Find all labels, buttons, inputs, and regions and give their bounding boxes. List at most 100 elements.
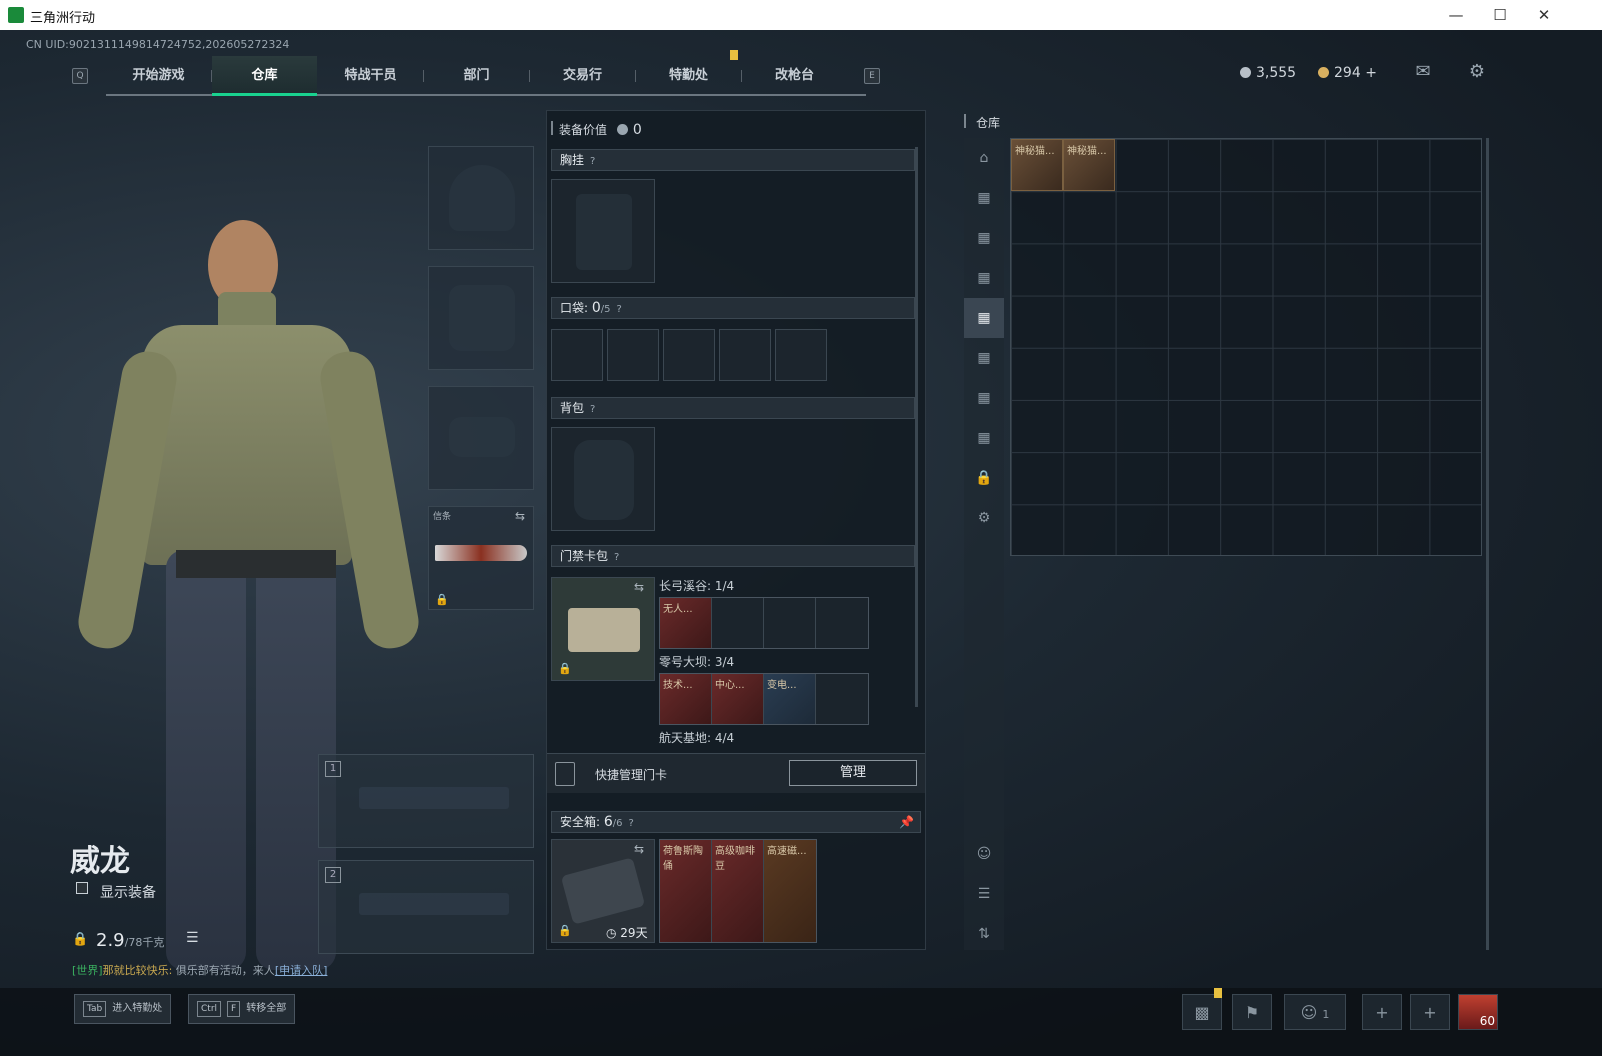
safebox-items: 荷鲁斯陶俑 高级咖啡豆 高速磁... — [659, 839, 817, 943]
chest-rig-slot[interactable] — [551, 179, 655, 283]
map-label-longbow: 长弓溪谷: 1/4 — [659, 579, 735, 593]
list-icon[interactable]: ☰ — [186, 930, 199, 946]
add-slot-button[interactable]: + — [1410, 994, 1450, 1030]
manage-button[interactable]: 管理 — [789, 760, 917, 786]
drive-item[interactable]: 高速磁... — [764, 840, 816, 942]
backpack-slot[interactable] — [551, 427, 655, 531]
add-slot-button[interactable]: + — [1362, 994, 1402, 1030]
tab-trading[interactable]: 交易行 — [530, 56, 635, 96]
window-title: 三角洲行动 — [30, 11, 96, 26]
friends-button[interactable]: ☺ 1 — [1284, 994, 1346, 1030]
tab-special-ops[interactable]: 特勤处 — [636, 56, 741, 96]
tab-start-game[interactable]: 开始游戏 — [106, 56, 211, 96]
safebox-slot[interactable]: ⇆ 🔒 ◷ 29天 — [551, 839, 655, 943]
player-level: 60 — [1479, 1014, 1495, 1028]
belt — [176, 550, 336, 578]
safebox-timer: ◷ 29天 — [606, 926, 648, 940]
keycard-empty[interactable] — [816, 674, 868, 724]
character-torso — [142, 325, 352, 565]
bottom-bar: Tab 进入特勤处 Ctrl F 转移全部 ▩ ⚑ ☺ 1 + + 60 — [0, 988, 1602, 1056]
keycard-empty[interactable] — [712, 598, 764, 648]
swap-icon[interactable]: ⇆ — [515, 509, 525, 523]
storage-tab-7[interactable]: ▦ — [964, 378, 1004, 418]
figurine-item[interactable]: 荷鲁斯陶俑 — [660, 840, 712, 942]
storage-tab-5[interactable]: ▦ — [964, 298, 1004, 338]
helmet-slot[interactable] — [428, 146, 534, 250]
keycard-bag-slot[interactable]: ⇆ 🔒 — [551, 577, 655, 681]
keycard-item[interactable]: 变电... — [764, 674, 816, 724]
lock-icon[interactable]: 🔒 — [964, 458, 1004, 498]
keycard-item[interactable]: 技术... — [660, 674, 712, 724]
swap-icon[interactable]: ⇆ — [634, 842, 644, 856]
keycard-item[interactable]: 无人... — [660, 598, 712, 648]
swap-icon[interactable]: ⇆ — [634, 580, 644, 594]
nav-next-key: E — [864, 68, 880, 84]
mail-icon[interactable]: ✉ — [1412, 63, 1434, 81]
equipment-value: 装备价值 0 — [559, 122, 642, 138]
storage-tab-2[interactable]: ▦ — [964, 178, 1004, 218]
avatar[interactable]: 60 — [1458, 994, 1498, 1030]
alert-badge — [1214, 988, 1222, 998]
tab-gunsmith[interactable]: 改枪台 — [742, 56, 847, 96]
transfer-all-hint[interactable]: Ctrl F 转移全部 — [188, 994, 296, 1024]
profile-icon[interactable]: ☺ — [964, 834, 1004, 874]
layers-icon[interactable]: ☰ — [964, 874, 1004, 914]
coffee-beans-item[interactable]: 高级咖啡豆 — [712, 840, 764, 942]
silver-currency: 3,555 — [1240, 65, 1296, 81]
gear-icon[interactable]: ⚙ — [964, 498, 1004, 538]
sort-icon[interactable]: ⇅ — [964, 914, 1004, 954]
pocket-slot-5[interactable] — [775, 329, 827, 381]
warehouse-sidebar: ⌂ ▦ ▦ ▦ ▦ ▦ ▦ ▦ 🔒 ⚙ ☺ ☰ ⇅ — [964, 138, 1004, 950]
world-chat[interactable]: [世界]那就比较快乐: 俱乐部有活动，来人[申请入队] — [72, 962, 327, 978]
chest-rig-header: 胸挂? — [551, 149, 915, 171]
keycard-bag-header: 门禁卡包? — [551, 545, 915, 567]
melee-slot[interactable]: 信条 ⇆ 🔒 — [428, 506, 534, 610]
storage-tab-6[interactable]: ▦ — [964, 338, 1004, 378]
gold-currency[interactable]: 294 + — [1318, 65, 1377, 81]
storage-tab-1[interactable]: ⌂ — [964, 138, 1004, 178]
safebox-header: 安全箱: 6/6? 📌 — [551, 811, 921, 833]
window-titlebar: 三角洲行动 — ☐ ✕ — [0, 0, 1602, 30]
warehouse-grid[interactable]: 神秘猫... 神秘猫... — [1010, 138, 1482, 556]
pocket-slot-4[interactable] — [719, 329, 771, 381]
settings-icon[interactable]: ⚙ — [1466, 63, 1488, 81]
backpack-header: 背包? — [551, 397, 915, 419]
keycard-empty[interactable] — [764, 598, 816, 648]
storage-tab-8[interactable]: ▦ — [964, 418, 1004, 458]
pocket-slot-1[interactable] — [551, 329, 603, 381]
scrollbar[interactable] — [915, 147, 918, 707]
tab-warehouse[interactable]: 仓库 — [212, 56, 317, 96]
flag-icon[interactable]: ⚑ — [1232, 994, 1272, 1030]
secondary-weapon-slot[interactable]: 2 — [318, 860, 534, 954]
pocket-slot-2[interactable] — [607, 329, 659, 381]
show-gear-checkbox[interactable] — [76, 882, 88, 894]
warehouse-item[interactable]: 神秘猫... — [1063, 139, 1115, 191]
lock-icon: 🔒 — [558, 924, 572, 937]
storage-tab-4[interactable]: ▦ — [964, 258, 1004, 298]
warehouse-item[interactable]: 神秘猫... — [1011, 139, 1063, 191]
loadout-panel: 装备价值 0 胸挂? 口袋: 0/5? 背包? 门禁卡包? ⇆ 🔒 长弓溪谷: … — [546, 110, 926, 950]
keycard-item[interactable]: 中心... — [712, 674, 764, 724]
melee-label: 信条 — [433, 512, 452, 522]
pocket-slot-3[interactable] — [663, 329, 715, 381]
tab-department[interactable]: 部门 — [424, 56, 529, 96]
close-button[interactable]: ✕ — [1524, 3, 1564, 27]
character-name: 威龙 — [70, 844, 130, 879]
warehouse-title: 仓库 — [976, 116, 1001, 130]
scrollbar[interactable] — [1486, 138, 1489, 950]
storage-tab-3[interactable]: ▦ — [964, 218, 1004, 258]
tab-operators[interactable]: 特战干员 — [318, 56, 423, 96]
maximize-button[interactable]: ☐ — [1480, 3, 1520, 27]
pin-icon[interactable]: 📌 — [899, 812, 914, 832]
enter-special-ops-hint[interactable]: Tab 进入特勤处 — [74, 994, 172, 1024]
keycard-empty[interactable] — [816, 598, 868, 648]
pistol-slot[interactable] — [428, 386, 534, 490]
warehouse-panel: 仓库 ⌂ ▦ ▦ ▦ ▦ ▦ ▦ ▦ 🔒 ⚙ ☺ ☰ ⇅ 神秘猫... 神秘猫.… — [964, 110, 1494, 950]
nav-prev-key: Q — [72, 68, 88, 84]
knife-image — [435, 545, 527, 561]
armor-slot[interactable] — [428, 266, 534, 370]
minimize-button[interactable]: — — [1436, 3, 1476, 27]
lock-icon: 🔒 — [558, 662, 572, 675]
primary-weapon-slot[interactable]: 1 — [318, 754, 534, 848]
stats-icon[interactable]: ▩ — [1182, 994, 1222, 1030]
